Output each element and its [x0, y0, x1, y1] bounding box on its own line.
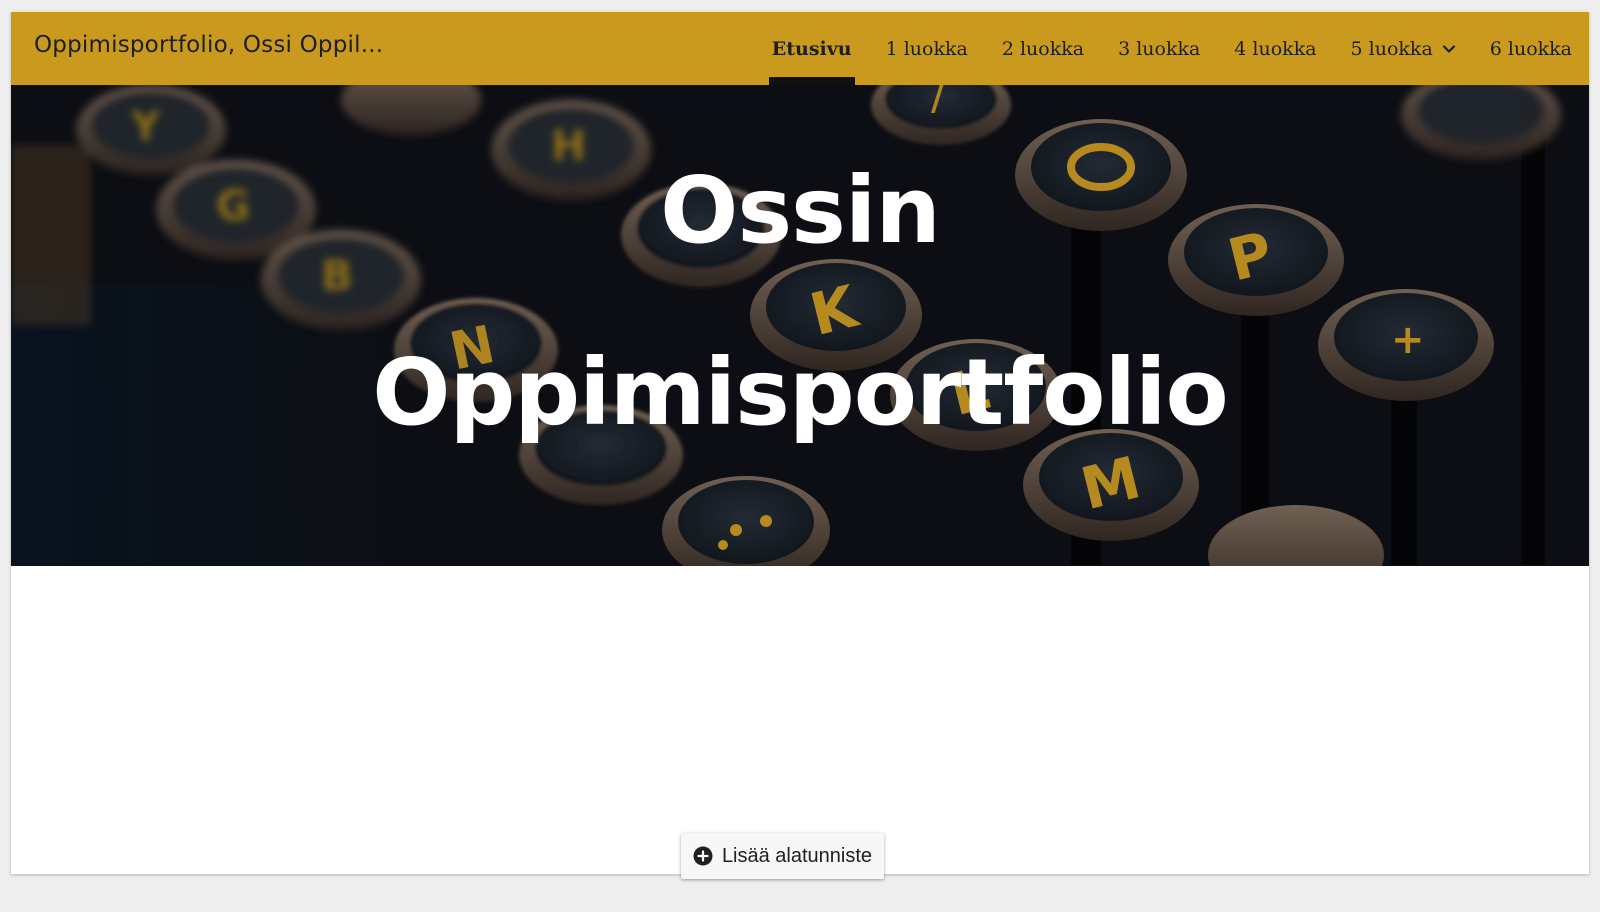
nav-item-3-luokka[interactable]: 3 luokka: [1101, 12, 1217, 85]
nav-label: 2 luokka: [1001, 37, 1085, 60]
nav-item-etusivu[interactable]: Etusivu: [755, 12, 869, 85]
nav-label: 5 luokka: [1350, 37, 1433, 60]
nav-label: Etusivu: [771, 37, 852, 60]
hero-title-line1: Ossin: [660, 157, 941, 264]
nav-item-5-luokka[interactable]: 5 luokka: [1334, 12, 1473, 85]
nav-item-2-luokka[interactable]: 2 luokka: [985, 12, 1101, 85]
plus-circle-icon: [693, 846, 713, 866]
hero-title-line2: Oppimisportfolio: [372, 339, 1229, 446]
nav-item-1-luokka[interactable]: 1 luokka: [869, 12, 985, 85]
hero-banner: Y G B H N / K P L M + Ossin Oppimisportf…: [11, 85, 1589, 566]
hero-title: Ossin Oppimisportfolio: [11, 165, 1589, 439]
nav-item-4-luokka[interactable]: 4 luokka: [1217, 12, 1333, 85]
page-canvas: Oppimisportfolio, Ossi Oppil... Etusivu …: [11, 12, 1589, 874]
nav-label: 6 luokka: [1489, 37, 1572, 60]
site-title[interactable]: Oppimisportfolio, Ossi Oppil...: [34, 32, 383, 58]
nav-label: 3 luokka: [1118, 37, 1201, 60]
nav-label: 4 luokka: [1234, 37, 1317, 60]
nav-label: 1 luokka: [885, 37, 968, 60]
add-footer-button[interactable]: Lisää alatunniste: [681, 833, 884, 879]
site-header: Oppimisportfolio, Ossi Oppil... Etusivu …: [11, 12, 1589, 85]
add-footer-label: Lisää alatunniste: [721, 844, 873, 867]
chevron-down-icon[interactable]: [1442, 42, 1456, 56]
nav-item-6-luokka[interactable]: 6 luokka: [1473, 12, 1589, 85]
main-nav: Etusivu 1 luokka 2 luokka 3 luokka 4 luo…: [755, 12, 1589, 85]
